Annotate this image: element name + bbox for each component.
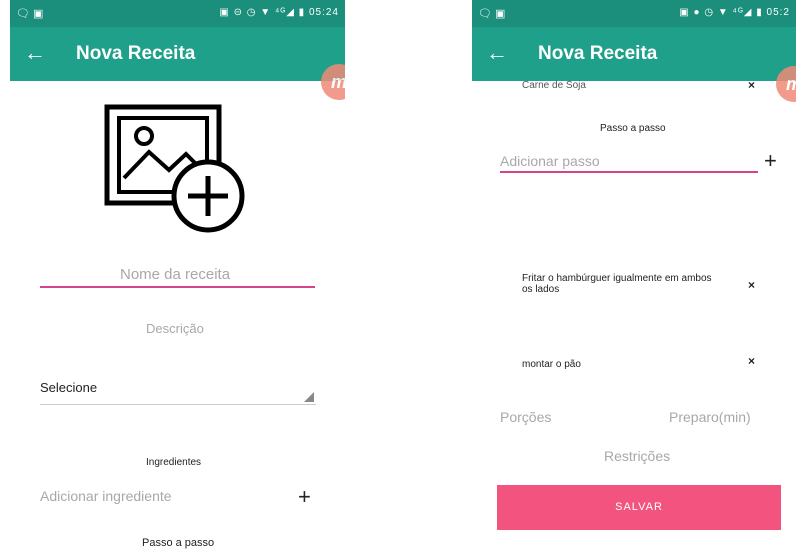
recipe-name-input[interactable]: Nome da receita (120, 266, 230, 283)
ingredients-header: Ingredientes (146, 457, 202, 468)
remove-step-icon[interactable]: × (748, 278, 755, 292)
recipe-name-underline (40, 286, 315, 288)
back-arrow-icon[interactable]: ← (486, 40, 508, 66)
step-item: Fritar o hambúrguer igualmente em ambos … (522, 273, 772, 303)
add-step-underline (500, 171, 758, 173)
status-left-icons: 🗨 ▣ (16, 8, 44, 20)
status-bar: 🗨 ▣ ▣ ● ◷ ▼ ⁴ᴳ◢ ▮ 05:2 (472, 0, 796, 27)
remove-ingredient-icon[interactable]: × (748, 78, 755, 92)
step-item: montar o pão × (522, 354, 772, 374)
app-bar: ← Nova Receita (10, 27, 345, 81)
prep-time-input[interactable]: Preparo(min) (669, 409, 751, 425)
description-input[interactable]: Descrição (146, 321, 204, 336)
steps-header: Passo a passo (142, 537, 215, 549)
recipe-name-placeholder: Nome da receita (120, 266, 231, 283)
ingredient-item-label: Carne de Soja (522, 80, 586, 91)
back-arrow-icon[interactable]: ← (24, 40, 46, 66)
screen-right: 🗨 ▣ ▣ ● ◷ ▼ ⁴ᴳ◢ ▮ 05:2 ← Nova Receita m … (472, 0, 796, 558)
remove-step-icon[interactable]: × (748, 354, 755, 368)
screen-left: 🗨 ▣ ▣ ⊝ ◷ ▼ ⁴ᴳ◢ ▮ 05:24 ← Nova Receita m… (10, 0, 345, 558)
add-image-icon[interactable] (104, 104, 250, 238)
category-select-value: Selecione (40, 380, 98, 395)
save-button[interactable]: SALVAR (497, 485, 781, 530)
page-title: Nova Receita (538, 43, 658, 64)
app-badge-icon[interactable]: m (321, 64, 345, 100)
add-ingredient-input[interactable]: Adicionar ingrediente (40, 488, 172, 504)
step-text: Fritar o hambúrguer igualmente em ambos … (522, 273, 712, 295)
app-bar: ← Nova Receita (472, 27, 796, 81)
restrictions-input[interactable]: Restrições (604, 448, 670, 464)
add-step-input[interactable]: Adicionar passo (500, 153, 600, 169)
save-button-label: SALVAR (615, 501, 663, 513)
dropdown-triangle-icon (304, 392, 314, 402)
add-step-plus-icon[interactable]: + (764, 150, 777, 172)
category-select[interactable]: Selecione (40, 380, 316, 405)
step-text: montar o pão (522, 359, 581, 370)
portions-input[interactable]: Porções (500, 409, 551, 425)
status-right-icons: ▣ ⊝ ◷ ▼ ⁴ᴳ◢ ▮ 05:24 (219, 7, 339, 18)
status-right-icons: ▣ ● ◷ ▼ ⁴ᴳ◢ ▮ 05:2 (679, 7, 790, 18)
add-ingredient-plus-icon[interactable]: + (298, 486, 311, 508)
page-title: Nova Receita (76, 43, 196, 64)
status-bar: 🗨 ▣ ▣ ⊝ ◷ ▼ ⁴ᴳ◢ ▮ 05:24 (10, 0, 345, 27)
steps-header: Passo a passo (600, 123, 666, 134)
image-plus-svg (104, 104, 245, 233)
status-left-icons: 🗨 ▣ (478, 8, 506, 20)
